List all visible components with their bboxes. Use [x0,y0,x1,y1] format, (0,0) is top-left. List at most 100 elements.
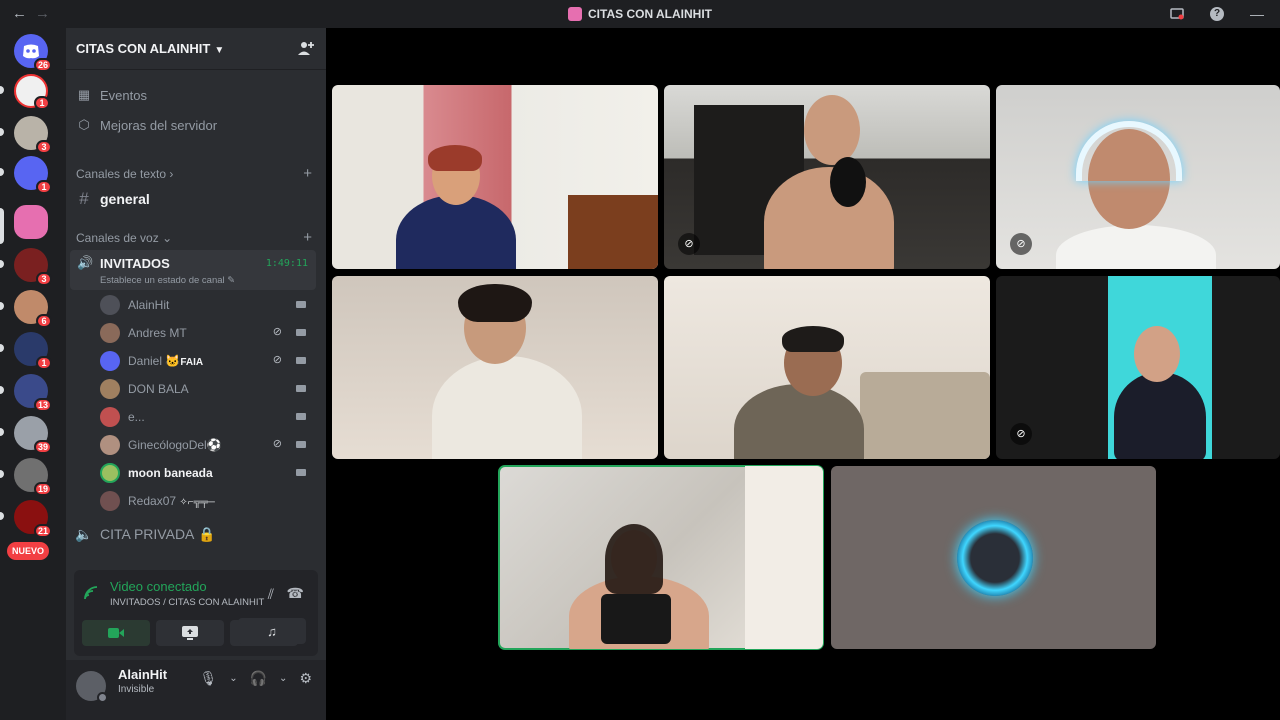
window-title: CITAS CON ALAINHIT [0,7,1280,21]
decoration-icon: ✧⌐╦╤─ [179,497,215,508]
speaker-icon: 🔊 [77,255,94,270]
noise-suppression-icon[interactable]: ⫽ [268,586,274,603]
avatar[interactable] [76,671,108,703]
server-icon-current[interactable] [14,205,48,239]
avatar-tile[interactable] [831,466,1156,649]
couch [860,372,990,459]
avatar [100,491,120,511]
chevron-down-icon[interactable]: ⌄ [229,670,237,688]
create-voice-channel-icon[interactable]: + [303,229,312,246]
voice-channel-invitados[interactable]: 🔊 INVITADOS 1:49:11 Establece un estado … [70,250,316,290]
participant-body [764,167,894,269]
voice-channel-name: INVITADOS [100,256,170,271]
minimize-icon[interactable]: — [1248,5,1266,23]
connection-status: Video conectado [110,579,207,594]
microphone-icon [830,157,866,207]
set-channel-status[interactable]: Establece un estado de canal ✎ [100,275,235,286]
category-label: Canales de voz [76,231,159,245]
server-icon-1[interactable]: 1 [14,74,50,110]
inbox-icon[interactable] [1168,5,1186,23]
signal-icon[interactable] [84,586,98,603]
video-tile[interactable] [332,276,658,459]
notification-badge: 39 [33,440,52,454]
muted-mic-icon: ⊘ [1010,423,1032,445]
microphone-icon[interactable]: 🎙 [199,670,217,688]
server-icon-9[interactable]: 39 [14,416,52,454]
video-tile[interactable] [664,276,990,459]
channel-sidebar: CITAS CON ALAINHIT ▼ ▦ Eventos ⬡ Mejoras de… [66,28,326,720]
server-boost-link[interactable]: ⬡ Mejoras del servidor [74,112,217,138]
soundboard-button[interactable]: ♫ [238,618,306,644]
headphones-icon[interactable]: 🎧 [250,670,267,688]
camera-button[interactable] [82,620,150,646]
voice-member[interactable]: GinecólogoDel⚽ ⊘ [98,433,312,457]
avatar [100,295,120,315]
video-tile[interactable]: ⊘ [996,85,1280,269]
chevron-down-icon[interactable]: ⌄ [279,670,287,688]
video-tile[interactable] [332,85,658,269]
server-icon-5[interactable]: 3 [14,248,52,286]
server-icon-11[interactable]: 21 [14,500,52,538]
voice-member[interactable]: Andres MT ⊘ [98,321,312,345]
avatar [100,323,120,343]
notification-badge: 21 [33,524,52,538]
voice-member[interactable]: e... [98,405,312,429]
server-icon [568,7,582,21]
voice-channel-cita-privada[interactable]: 🔈 CITA PRIVADA 🔒 [74,522,215,546]
participant-top [601,594,671,644]
desk [568,195,658,269]
video-tile-speaking[interactable] [498,465,824,650]
camera-icon [296,329,306,336]
camera-icon [296,301,306,308]
server-icon-3[interactable]: 1 [14,156,52,194]
selected-indicator [0,208,4,244]
speaker-icon: 🔈 [75,525,93,542]
boost-icon: ⬡ [78,117,90,132]
notification-badge: 1 [36,180,52,194]
invite-people-icon[interactable] [298,40,314,59]
server-icon-2[interactable]: 3 [14,116,52,154]
screen-share-button[interactable] [156,620,224,646]
server-icon-8[interactable]: 13 [14,374,52,412]
server-icon-6[interactable]: 6 [14,290,52,328]
participant-hair [605,524,663,594]
calendar-icon: ▦ [77,87,91,102]
participant-body [1056,225,1216,269]
avatar [100,379,120,399]
member-name: Andres MT [128,326,187,340]
voice-member[interactable]: Daniel 🐱FAIA ⊘ [98,349,312,373]
participant-hair [428,145,482,171]
create-text-channel-icon[interactable]: + [303,165,312,182]
help-icon[interactable]: ? [1208,5,1226,23]
connection-channel[interactable]: INVITADOS / CITAS CON ALAINHIT [110,597,264,608]
server-icon-10[interactable]: 19 [14,458,52,496]
voice-member[interactable]: AlainHit [98,293,312,317]
video-tile[interactable]: ⊘ [996,276,1280,459]
voice-member[interactable]: Redax07 ✧⌐╦╤─ [98,489,312,513]
title-bar: ←→ CITAS CON ALAINHIT ? — [0,0,1280,28]
guild-header[interactable]: CITAS CON ALAINHIT ▼ [66,28,326,70]
events-link[interactable]: ▦ Eventos [74,82,147,108]
notification-badge: 19 [33,482,52,496]
settings-gear-icon[interactable]: ⚙ [299,670,312,688]
disconnect-icon[interactable]: ☎ [287,585,304,602]
muted-mic-icon: ⊘ [678,233,700,255]
pencil-icon: ✎ [227,275,236,286]
channel-general[interactable]: # general [74,188,318,210]
server-icon-7[interactable]: 1 [14,332,52,370]
channel-name: general [100,191,150,207]
new-badge: NUEVO [7,542,50,560]
text-category-header[interactable]: Canales de texto › [76,167,173,181]
direct-messages-button[interactable]: 26 [14,34,52,72]
category-label: Canales de texto [76,167,167,181]
voice-category-header[interactable]: Canales de voz ⌄ [76,231,172,245]
voice-member[interactable]: DON BALA [98,377,312,401]
username[interactable]: AlainHit [118,667,167,682]
member-name: GinecólogoDel⚽ [128,438,222,452]
camera-icon [296,441,306,448]
notification-badge: 1 [36,356,52,370]
notification-badge: 6 [36,314,52,328]
voice-member-speaking[interactable]: moon baneada [98,461,312,485]
hash-icon: # [79,189,89,208]
video-tile[interactable]: ⊘ [664,85,990,269]
